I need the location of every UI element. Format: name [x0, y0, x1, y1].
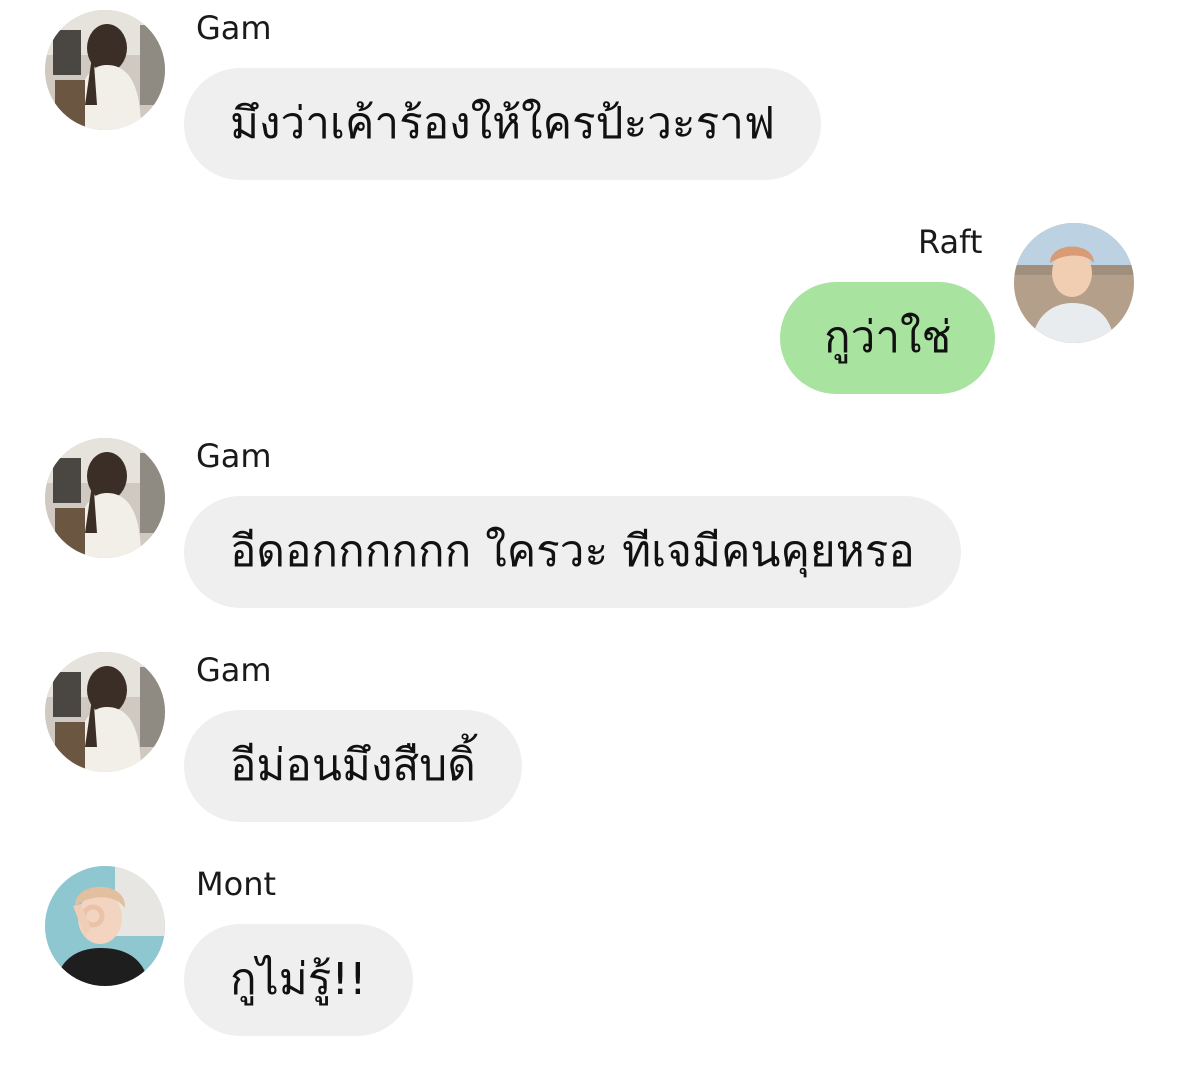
raft-avatar[interactable] [1014, 223, 1134, 343]
gam-avatar-photo-icon [45, 438, 165, 558]
message-bubble[interactable]: อีม่อนมึงสืบดิ้ [184, 710, 522, 822]
sender-name: Raft [918, 223, 983, 261]
sender-name: Gam [196, 651, 272, 689]
mont-avatar-photo-icon [45, 866, 165, 986]
gam-avatar[interactable] [45, 438, 165, 558]
message-bubble[interactable]: กูไม่รู้!! [184, 924, 413, 1036]
sender-name: Gam [196, 9, 272, 47]
sender-name: Gam [196, 437, 272, 475]
raft-avatar-photo-icon [1014, 223, 1134, 343]
mont-avatar[interactable] [45, 866, 165, 986]
chat-message: Mont กูไม่รู้!! [0, 0, 1179, 1036]
message-bubble[interactable]: กูว่าใช่ [780, 282, 996, 394]
message-bubble[interactable]: มึงว่าเค้าร้องให้ใครป้ะวะราฟ [184, 68, 822, 180]
gam-avatar[interactable] [45, 652, 165, 772]
gam-avatar-photo-icon [45, 10, 165, 130]
gam-avatar-photo-icon [45, 652, 165, 772]
message-bubble[interactable]: อีดอกกกกกก ใครวะ ทีเจมีคนคุยหรอ [184, 496, 961, 608]
gam-avatar[interactable] [45, 10, 165, 130]
sender-name: Mont [196, 865, 277, 903]
